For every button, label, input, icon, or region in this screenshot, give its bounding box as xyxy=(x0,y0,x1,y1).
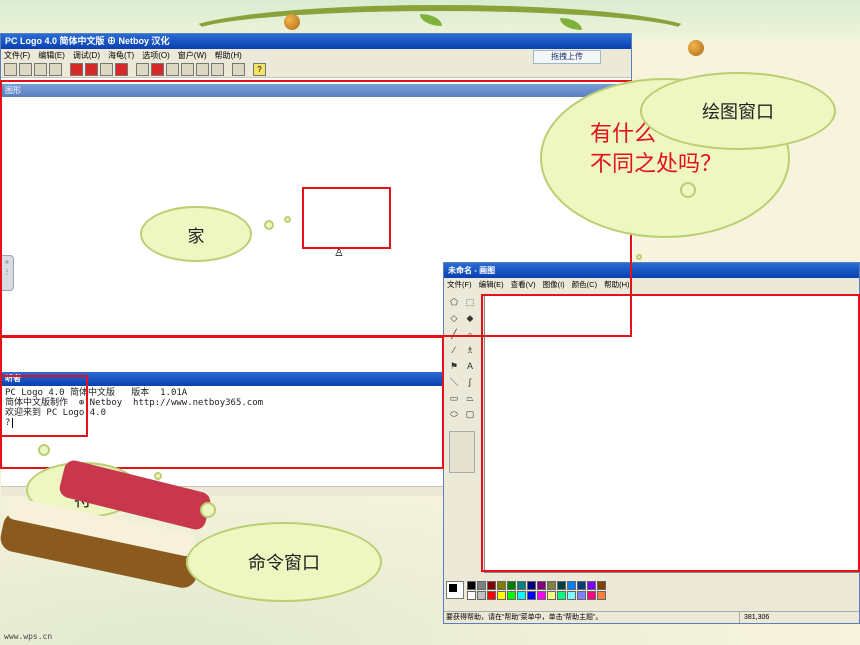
zoom-icon[interactable] xyxy=(151,63,164,76)
palette-swatch[interactable] xyxy=(527,591,536,600)
footer-url: www.wps.cn xyxy=(4,632,53,641)
palette-swatch[interactable] xyxy=(557,581,566,590)
brush-icon[interactable]: ♗ xyxy=(463,343,477,357)
pc-logo-toolbar: ? xyxy=(1,62,631,78)
palette-swatch[interactable] xyxy=(507,591,516,600)
callout-bubble xyxy=(154,472,162,480)
palette-swatch[interactable] xyxy=(577,591,586,600)
palette-swatch[interactable] xyxy=(597,591,606,600)
window-icon[interactable] xyxy=(232,63,245,76)
menu-turtle[interactable]: 海龟(T) xyxy=(108,49,134,62)
prompt-highlight xyxy=(0,375,88,437)
drawing-window-callout: 绘图窗口 xyxy=(640,72,836,150)
tile-icon[interactable] xyxy=(196,63,209,76)
curve-icon[interactable]: ∫ xyxy=(463,375,477,389)
callout-bubble xyxy=(264,220,274,230)
paint-status-bar: 要获得帮助，请在“帮助”菜单中，单击“帮助主题”。 381,306 xyxy=(444,611,859,623)
palette-swatch[interactable] xyxy=(567,581,576,590)
line-icon[interactable]: ＼ xyxy=(447,375,461,389)
airbrush-icon[interactable]: ⚑ xyxy=(447,359,461,373)
ellipse-icon[interactable]: ⬭ xyxy=(447,407,461,421)
palette-swatch[interactable] xyxy=(487,581,496,590)
palette-swatch[interactable] xyxy=(517,581,526,590)
palette-swatch[interactable] xyxy=(567,591,576,600)
palette-swatch[interactable] xyxy=(527,581,536,590)
pencil-icon[interactable]: ∕ xyxy=(447,343,461,357)
menu-options[interactable]: 选项(O) xyxy=(142,49,170,62)
callout-bubble xyxy=(284,216,291,223)
pc-logo-title-bar: PC Logo 4.0 简体中文版 ⊕ Netboy 汉化 xyxy=(1,34,631,49)
help-icon[interactable]: ? xyxy=(253,63,266,76)
text-icon[interactable]: A xyxy=(463,359,477,373)
polygon-icon[interactable]: ⏢ xyxy=(463,391,477,405)
palette-swatch[interactable] xyxy=(517,591,526,600)
turtle-tool-icon[interactable] xyxy=(19,63,32,76)
callout-bubble xyxy=(680,182,696,198)
palette-swatch[interactable] xyxy=(477,581,486,590)
palette-swatch[interactable] xyxy=(537,591,546,600)
turtle-highlight xyxy=(302,187,391,249)
palette-swatch[interactable] xyxy=(467,591,476,600)
palette-swatch[interactable] xyxy=(597,581,606,590)
menu-help[interactable]: 帮助(H) xyxy=(215,49,242,62)
pen-tool-icon[interactable] xyxy=(49,63,62,76)
tile-icon[interactable] xyxy=(211,63,224,76)
current-colors[interactable] xyxy=(446,581,464,599)
command-window-callout-label: 命令窗口 xyxy=(248,553,320,574)
palette-swatch[interactable] xyxy=(587,581,596,590)
turtle-tool-icon[interactable] xyxy=(4,63,17,76)
menu-file[interactable]: 文件(F) xyxy=(4,49,30,62)
menu-debug[interactable]: 调试(D) xyxy=(73,49,100,62)
palette-grid xyxy=(467,581,606,600)
tool-options-box[interactable] xyxy=(449,431,475,473)
upload-button[interactable]: 拖拽上传 xyxy=(533,50,601,64)
palette-swatch[interactable] xyxy=(557,591,566,600)
zoom-in-icon[interactable] xyxy=(136,63,149,76)
pc-logo-title: PC Logo 4.0 简体中文版 ⊕ Netboy 汉化 xyxy=(5,36,170,46)
pause-icon[interactable] xyxy=(85,63,98,76)
grid-icon[interactable] xyxy=(100,63,113,76)
drawing-window-callout-label: 绘图窗口 xyxy=(702,102,774,123)
palette-swatch[interactable] xyxy=(507,581,516,590)
callout-bubble xyxy=(636,254,642,260)
menu-window[interactable]: 窗户(W) xyxy=(178,49,207,62)
color-palette xyxy=(446,581,606,600)
status-help-text: 要获得帮助，请在“帮助”菜单中，单击“帮助主题”。 xyxy=(446,614,603,621)
tile-icon[interactable] xyxy=(181,63,194,76)
record-icon[interactable] xyxy=(115,63,128,76)
palette-swatch[interactable] xyxy=(477,591,486,600)
zoom-out-icon[interactable] xyxy=(166,63,179,76)
palette-swatch[interactable] xyxy=(547,581,556,590)
command-window-callout: 命令窗口 xyxy=(186,522,382,602)
book-decoration xyxy=(0,458,213,591)
status-coords: 381,306 xyxy=(739,612,859,623)
menu-edit[interactable]: 编辑(E) xyxy=(38,49,65,62)
palette-swatch[interactable] xyxy=(587,591,596,600)
berry-decoration xyxy=(284,14,300,30)
rectangle-icon[interactable]: ▭ xyxy=(447,391,461,405)
question-line-2: 不同之处吗？ xyxy=(590,152,723,177)
callout-bubble xyxy=(38,444,50,456)
hat-tool-icon[interactable] xyxy=(34,63,47,76)
palette-swatch[interactable] xyxy=(497,581,506,590)
palette-swatch[interactable] xyxy=(487,591,496,600)
palette-swatch[interactable] xyxy=(547,591,556,600)
stop-icon[interactable] xyxy=(70,63,83,76)
palette-swatch[interactable] xyxy=(537,581,546,590)
home-callout: 家 xyxy=(140,206,252,262)
rounded-rect-icon[interactable]: ▢ xyxy=(463,407,477,421)
paint-canvas-highlight xyxy=(481,294,860,572)
berry-decoration xyxy=(688,40,704,56)
palette-swatch[interactable] xyxy=(467,581,476,590)
home-callout-label: 家 xyxy=(187,226,205,247)
palette-swatch[interactable] xyxy=(577,581,586,590)
callout-bubble xyxy=(200,502,216,518)
palette-swatch[interactable] xyxy=(497,591,506,600)
